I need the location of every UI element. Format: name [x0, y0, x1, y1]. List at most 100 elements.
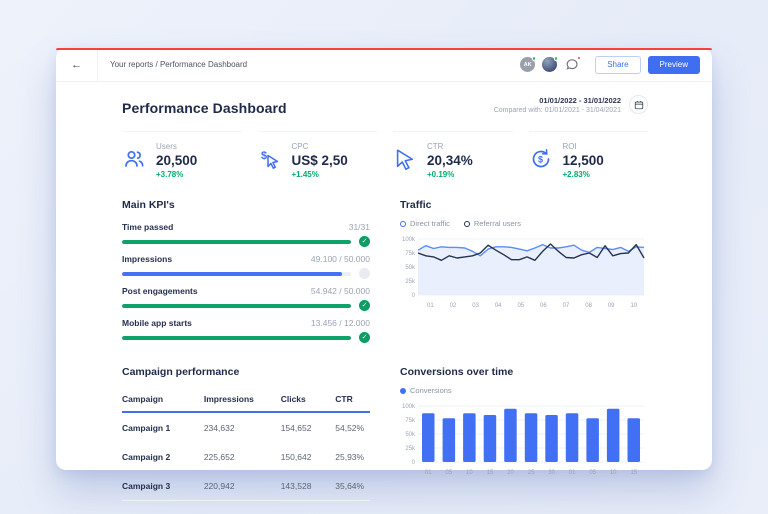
svg-text:10: 10: [466, 470, 473, 476]
kpi-card-users: Users20,500+3.78%: [122, 131, 242, 179]
calendar-button[interactable]: [629, 95, 648, 114]
svg-text:50k: 50k: [405, 432, 416, 438]
svg-text:$: $: [261, 150, 267, 162]
roi-icon: $: [529, 147, 553, 171]
topbar: ← Your reports / Performance Dashboard A…: [56, 48, 712, 82]
date-range[interactable]: 01/01/2022 - 31/01/2022: [494, 96, 621, 105]
back-button[interactable]: ←: [56, 48, 98, 82]
progress-label: Time passed: [122, 222, 173, 232]
online-status-dot: [554, 56, 559, 61]
bar[interactable]: [545, 415, 558, 462]
topbar-actions: AK Share Preview: [520, 56, 700, 74]
svg-text:75k: 75k: [405, 251, 416, 257]
bar[interactable]: [443, 418, 456, 462]
bar[interactable]: [566, 413, 579, 462]
page-title: Performance Dashboard: [122, 100, 287, 116]
bar[interactable]: [484, 415, 497, 462]
campaign-table: CampaignImpressionsClicksCTRCampaign 123…: [122, 389, 370, 501]
conversions-bar-chart: 100k75k50k25k00105101520253001051015: [400, 400, 648, 478]
svg-text:01: 01: [427, 303, 434, 309]
progress-fill: [122, 272, 342, 276]
notification-dot: [577, 56, 582, 61]
traffic-legend: Direct traffic Referral users: [400, 219, 648, 228]
kpi-value: US$ 2,50: [292, 153, 348, 168]
dashboard-card: ← Your reports / Performance Dashboard A…: [56, 48, 712, 470]
column-header[interactable]: Impressions: [204, 389, 281, 412]
kpi-label: Users: [156, 142, 197, 151]
svg-text:50k: 50k: [405, 265, 416, 271]
conversions-legend: Conversions: [400, 386, 648, 395]
svg-text:08: 08: [585, 303, 592, 309]
legend-item[interactable]: Conversions: [400, 386, 452, 395]
bar[interactable]: [628, 418, 641, 462]
table-cell: 225,652: [204, 442, 281, 471]
avatar-initials: AK: [524, 62, 532, 68]
svg-text:05: 05: [589, 470, 596, 476]
traffic-section: Traffic Direct traffic Referral users 100…: [400, 199, 648, 350]
bar[interactable]: [586, 418, 599, 462]
cpc-icon: $: [258, 147, 282, 171]
table-cell: 154,652: [281, 412, 336, 442]
table-cell: 35,64%: [335, 471, 370, 501]
table-cell: 220,942: [204, 471, 281, 501]
legend-label: Referral users: [474, 219, 521, 228]
table-row[interactable]: Campaign 1234,632154,65254,52%: [122, 412, 370, 442]
progress-value: 13.456 / 12.000: [311, 318, 370, 328]
legend-item[interactable]: Direct traffic: [400, 219, 450, 228]
legend-swatch-icon: [400, 221, 406, 227]
campaign-performance-section: Campaign performance CampaignImpressions…: [122, 366, 370, 501]
svg-text:100k: 100k: [402, 237, 416, 243]
svg-text:15: 15: [630, 470, 637, 476]
kpi-label: CTR: [427, 142, 473, 151]
table-row[interactable]: Campaign 2225,652150,64225,93%: [122, 442, 370, 471]
column-header[interactable]: CTR: [335, 389, 370, 412]
kpi-label: CPC: [292, 142, 348, 151]
dashboard-content: Performance Dashboard 01/01/2022 - 31/01…: [56, 82, 712, 501]
kpi-change: +1.45%: [292, 170, 348, 179]
svg-text:100k: 100k: [402, 404, 416, 410]
table-cell: 150,642: [281, 442, 336, 471]
kpi-value: 20,34%: [427, 153, 473, 168]
progress-label: Post engagements: [122, 286, 198, 296]
bar[interactable]: [525, 413, 538, 462]
kpi-change: +2.83%: [563, 170, 604, 179]
bar[interactable]: [422, 413, 435, 462]
bar[interactable]: [504, 409, 517, 462]
progress-track: [122, 272, 351, 276]
svg-text:01: 01: [569, 470, 576, 476]
preview-button[interactable]: Preview: [648, 56, 700, 74]
progress-track: [122, 240, 351, 244]
date-range-picker: 01/01/2022 - 31/01/2022 Compared with: 0…: [494, 95, 648, 114]
header-row: Performance Dashboard 01/01/2022 - 31/01…: [122, 95, 648, 116]
bar[interactable]: [463, 413, 476, 462]
kpi-change: +0.19%: [427, 170, 473, 179]
svg-text:20: 20: [507, 470, 514, 476]
section-title: Traffic: [400, 199, 648, 211]
progress-value: 31/31: [349, 222, 370, 232]
svg-text:05: 05: [517, 303, 524, 309]
column-header[interactable]: Clicks: [281, 389, 336, 412]
avatar[interactable]: [542, 57, 557, 72]
legend-item[interactable]: Referral users: [464, 219, 521, 228]
kpi-label: ROI: [563, 142, 604, 151]
progress-track: [122, 336, 351, 340]
table-cell: 54,52%: [335, 412, 370, 442]
table-row[interactable]: Campaign 3220,942143,52835,64%: [122, 471, 370, 501]
legend-label: Direct traffic: [410, 219, 450, 228]
section-title: Campaign performance: [122, 366, 370, 378]
svg-text:07: 07: [563, 303, 570, 309]
avatar[interactable]: AK: [520, 57, 535, 72]
share-button[interactable]: Share: [595, 56, 640, 74]
svg-text:30: 30: [548, 470, 555, 476]
traffic-line-chart: 100k75k50k25k001020304050607080910: [400, 233, 648, 311]
pending-circle-icon: [359, 268, 370, 279]
dashboard-grid: Main KPI's Time passed31/31✓Impressions4…: [122, 199, 648, 501]
svg-text:15: 15: [487, 470, 494, 476]
comments-icon[interactable]: [564, 57, 580, 73]
progress-value: 54.942 / 50.000: [311, 286, 370, 296]
check-circle-icon: ✓: [359, 236, 370, 247]
progress-value: 49.100 / 50.000: [311, 254, 370, 264]
progress-list: Time passed31/31✓Impressions49.100 / 50.…: [122, 222, 370, 343]
bar[interactable]: [607, 409, 620, 462]
column-header[interactable]: Campaign: [122, 389, 204, 412]
